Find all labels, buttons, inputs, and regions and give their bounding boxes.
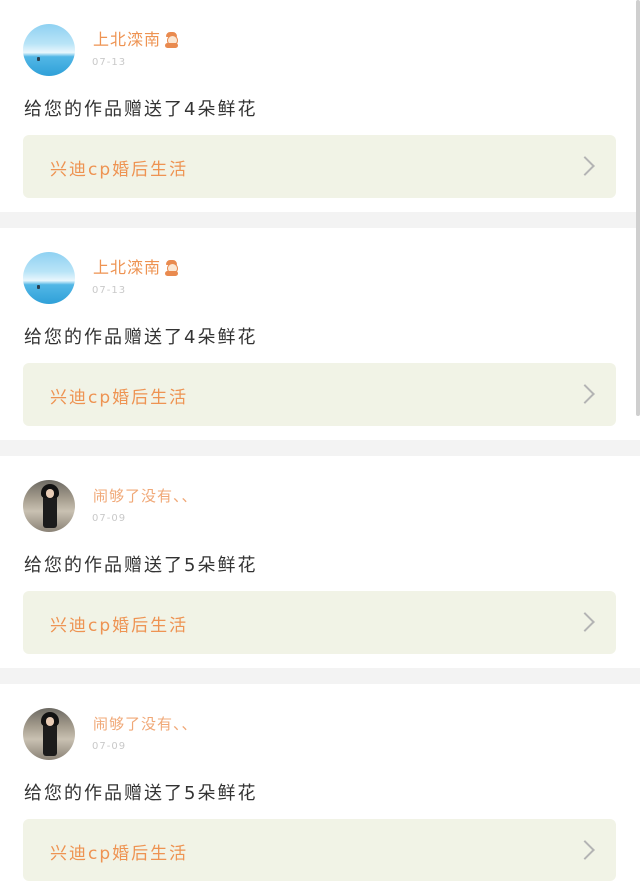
username-text: 上北滦南 [93, 30, 162, 49]
username-text: 闹够了没有、、 [93, 715, 198, 733]
username-link[interactable]: 上北滦南 [93, 29, 179, 51]
snowman-emoji-icon [163, 260, 179, 276]
username-link[interactable]: 闹够了没有、、 [93, 713, 198, 735]
timestamp: 07-09 [92, 741, 127, 752]
chevron-right-icon [575, 840, 595, 860]
notification-card: 上北滦南 07-13 给您的作品赠送了4朵鲜花 兴迪cp婚后生活 [0, 228, 640, 440]
timestamp: 07-13 [92, 285, 127, 296]
work-link[interactable]: 兴迪cp婚后生活 [23, 819, 616, 881]
gift-message: 给您的作品赠送了4朵鲜花 [24, 99, 258, 120]
gift-message: 给您的作品赠送了5朵鲜花 [24, 783, 258, 804]
work-link[interactable]: 兴迪cp婚后生活 [23, 135, 616, 198]
username-text: 上北滦南 [93, 258, 162, 277]
avatar[interactable] [23, 24, 75, 76]
avatar[interactable] [23, 708, 75, 760]
avatar[interactable] [23, 252, 75, 304]
gift-message: 给您的作品赠送了5朵鲜花 [24, 555, 258, 576]
username-text: 闹够了没有、、 [93, 487, 198, 505]
timestamp: 07-13 [92, 57, 127, 68]
notification-card: 闹够了没有、、 07-09 给您的作品赠送了5朵鲜花 兴迪cp婚后生活 [0, 684, 640, 891]
username-link[interactable]: 上北滦南 [93, 257, 179, 279]
snowman-emoji-icon [163, 32, 179, 48]
work-title: 兴迪cp婚后生活 [50, 160, 189, 180]
timestamp: 07-09 [92, 513, 127, 524]
chevron-right-icon [575, 612, 595, 632]
notification-card: 闹够了没有、、 07-09 给您的作品赠送了5朵鲜花 兴迪cp婚后生活 [0, 456, 640, 668]
username-link[interactable]: 闹够了没有、、 [93, 485, 198, 507]
work-title: 兴迪cp婚后生活 [50, 616, 189, 636]
work-title: 兴迪cp婚后生活 [50, 844, 189, 864]
work-link[interactable]: 兴迪cp婚后生活 [23, 591, 616, 654]
notification-card: 上北滦南 07-13 给您的作品赠送了4朵鲜花 兴迪cp婚后生活 [0, 0, 640, 212]
chevron-right-icon [575, 156, 595, 176]
scrollbar[interactable] [636, 0, 640, 416]
chevron-right-icon [575, 384, 595, 404]
work-title: 兴迪cp婚后生活 [50, 388, 189, 408]
avatar[interactable] [23, 480, 75, 532]
work-link[interactable]: 兴迪cp婚后生活 [23, 363, 616, 426]
gift-message: 给您的作品赠送了4朵鲜花 [24, 327, 258, 348]
